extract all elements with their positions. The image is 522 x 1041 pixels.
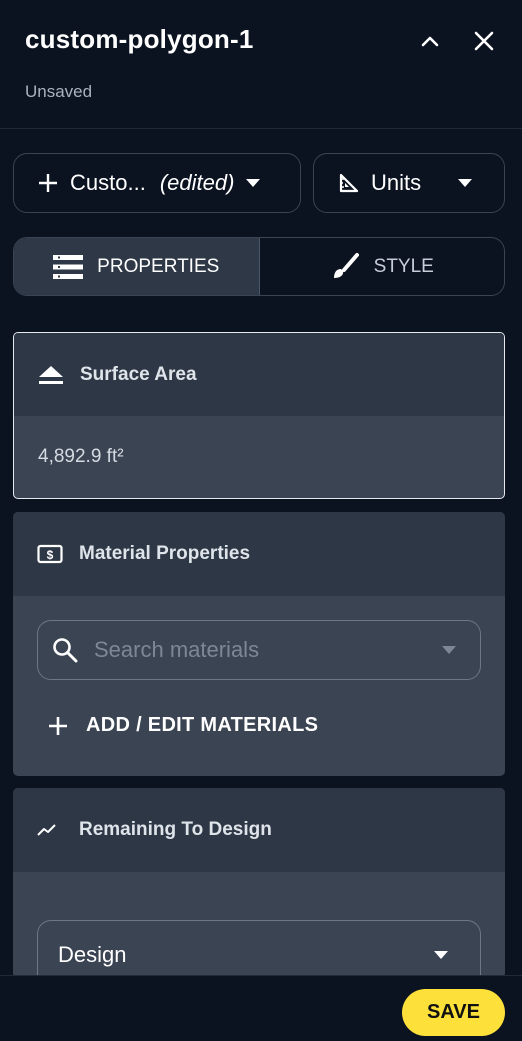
money-icon: $ [37, 544, 63, 564]
material-properties-header: $ Material Properties [13, 512, 505, 596]
chevron-down-icon [246, 179, 261, 187]
save-status: Unsaved [25, 82, 93, 101]
design-select[interactable]: Design [37, 920, 481, 978]
collapse-button[interactable] [413, 24, 447, 58]
custom-type-label: Custo... [70, 170, 146, 195]
edited-indicator: (edited) [159, 170, 235, 195]
add-edit-materials-label: ADD / EDIT MATERIALS [86, 714, 319, 736]
chevron-down-icon [434, 951, 448, 959]
material-properties-card: $ Material Properties ADD / EDIT MATERIA… [13, 512, 505, 776]
material-search-field[interactable] [37, 620, 481, 680]
page-title: custom-polygon-1 [25, 24, 254, 54]
search-icon [53, 638, 78, 663]
panel-tabs: PROPERTIES STYLE [13, 237, 505, 296]
panel-footer: SAVE [0, 975, 522, 1041]
units-label: Units [371, 170, 422, 195]
set-square-icon [339, 173, 359, 193]
plus-icon [39, 174, 57, 192]
surface-area-title: Surface Area [80, 363, 197, 385]
chevron-down-icon[interactable] [442, 646, 456, 654]
design-select-value: Design [58, 942, 127, 967]
tab-properties-label: PROPERTIES [97, 255, 220, 277]
surface-area-header: Surface Area [14, 333, 504, 416]
close-button[interactable] [467, 24, 501, 58]
svg-text:$: $ [47, 548, 54, 562]
remaining-to-design-card: Remaining To Design Design [13, 788, 505, 978]
surface-area-value: 4,892.9 ft² [38, 446, 124, 467]
remaining-to-design-header: Remaining To Design [13, 788, 505, 872]
panel-header: custom-polygon-1 Unsaved [0, 0, 522, 129]
tab-style[interactable]: STYLE [260, 238, 505, 295]
plus-icon [49, 716, 67, 735]
material-search-input[interactable] [94, 637, 414, 663]
add-edit-materials-button[interactable]: ADD / EDIT MATERIALS [48, 714, 318, 737]
paintbrush-icon [330, 252, 360, 282]
tab-properties[interactable]: PROPERTIES [14, 238, 260, 295]
eject-icon [38, 364, 64, 386]
custom-type-dropdown[interactable]: Custo... (edited) [13, 153, 301, 213]
chevron-down-icon [458, 179, 472, 187]
remaining-to-design-title: Remaining To Design [79, 819, 272, 840]
material-properties-title: Material Properties [79, 543, 251, 564]
trend-icon [37, 823, 63, 837]
units-dropdown[interactable]: Units [313, 153, 505, 213]
chevron-up-icon [421, 36, 439, 47]
save-button[interactable]: SAVE [402, 989, 505, 1036]
surface-area-card: Surface Area 4,892.9 ft² [13, 332, 505, 499]
tab-style-label: STYLE [373, 255, 434, 277]
list-icon [53, 254, 84, 279]
close-icon [474, 31, 494, 51]
